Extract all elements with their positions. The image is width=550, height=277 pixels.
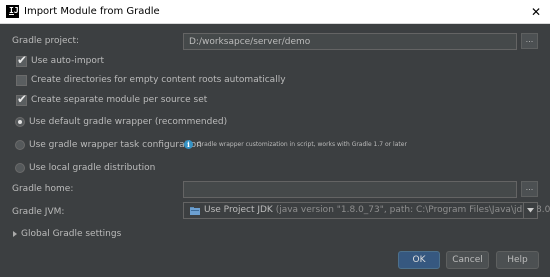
wrapper-task-label: Use gradle wrapper task configuration — [29, 140, 202, 150]
separate-module-checkbox[interactable]: ✔ — [16, 92, 28, 106]
check-icon: ✔ — [17, 92, 28, 106]
info-icon: i — [184, 140, 193, 149]
help-button[interactable]: Help — [496, 251, 539, 269]
dropdown-arrow-button[interactable] — [523, 203, 537, 218]
gradle-jvm-selected: Use Project JDK (java version "1.8.0_73"… — [204, 204, 550, 217]
wrapper-task-radio[interactable] — [15, 140, 25, 150]
triangle-right-icon[interactable] — [12, 231, 18, 237]
title-bar: IJ Import Module from Gradle ✕ — [0, 0, 550, 24]
gradle-jvm-selected-main: Use Project JDK — [204, 205, 273, 215]
cancel-button[interactable]: Cancel — [446, 251, 489, 269]
gradle-home-label: Gradle home: — [12, 184, 74, 194]
folder-jdk-icon — [190, 207, 200, 215]
import-module-dialog: IJ Import Module from Gradle ✕ Gradle pr… — [0, 0, 550, 277]
check-icon: ✔ — [17, 53, 28, 67]
gradle-jvm-label: Gradle JVM: — [12, 207, 65, 217]
local-distribution-label: Use local gradle distribution — [29, 163, 156, 173]
global-gradle-settings-toggle[interactable]: Global Gradle settings — [21, 228, 121, 241]
window-title: Import Module from Gradle — [24, 6, 160, 17]
create-dirs-label: Create directories for empty content roo… — [31, 75, 286, 85]
wrapper-info-text: Gradle wrapper customization in script, … — [197, 141, 407, 148]
local-distribution-radio[interactable] — [15, 163, 25, 173]
separate-module-label: Create separate module per source set — [31, 95, 208, 105]
gradle-project-field[interactable]: D:/worksapce/server/demo — [183, 33, 517, 50]
auto-import-label: Use auto-import — [31, 56, 105, 66]
intellij-app-icon: IJ — [6, 5, 19, 18]
gradle-project-label: Gradle project: — [12, 36, 80, 46]
chevron-down-icon — [527, 208, 534, 213]
create-dirs-checkbox[interactable] — [16, 75, 27, 86]
gradle-home-browse-button[interactable]: ... — [521, 181, 538, 197]
gradle-jvm-selected-detail: (java version "1.8.0_73", path: C:\Progr… — [275, 205, 550, 215]
default-wrapper-label: Use default gradle wrapper (recommended) — [29, 117, 228, 127]
gradle-home-field[interactable] — [183, 181, 517, 198]
auto-import-checkbox[interactable]: ✔ — [16, 53, 28, 67]
default-wrapper-radio[interactable] — [15, 117, 25, 127]
ok-button[interactable]: OK — [398, 251, 440, 269]
gradle-project-browse-button[interactable]: ... — [521, 33, 538, 49]
gradle-jvm-dropdown[interactable]: Use Project JDK (java version "1.8.0_73"… — [183, 202, 550, 219]
radio-selected-dot — [18, 120, 22, 124]
close-button[interactable]: ✕ — [526, 2, 546, 22]
